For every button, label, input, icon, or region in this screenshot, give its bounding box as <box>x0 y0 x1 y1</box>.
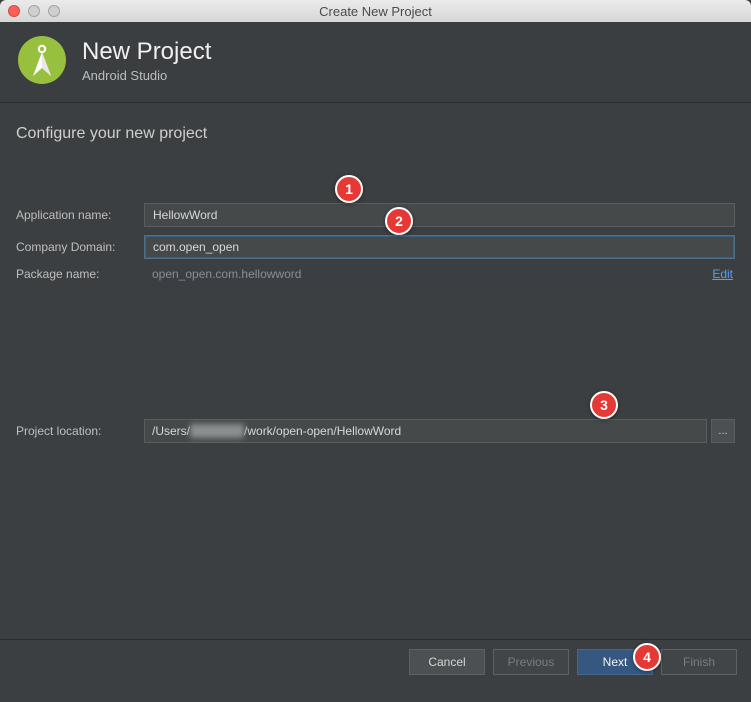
application-name-row: Application name: <box>16 203 735 227</box>
wizard-content: Configure your new project Application n… <box>0 103 751 683</box>
window-controls <box>8 5 60 17</box>
header-subtitle: Android Studio <box>82 68 211 83</box>
project-location-row: Project location: /Users/ xxxxxxxxx /wor… <box>16 419 735 443</box>
window-titlebar: Create New Project <box>0 0 751 22</box>
company-domain-label: Company Domain: <box>16 240 144 254</box>
wizard-header: New Project Android Studio <box>0 22 751 103</box>
company-domain-input[interactable] <box>144 235 735 259</box>
header-title: New Project <box>82 38 211 66</box>
previous-button: Previous <box>493 649 569 675</box>
minimize-window-icon[interactable] <box>28 5 40 17</box>
browse-location-button[interactable]: ... <box>711 419 735 443</box>
package-name-value: open_open.com.hellowword <box>144 267 712 281</box>
close-window-icon[interactable] <box>8 5 20 17</box>
window-title: Create New Project <box>0 4 751 19</box>
package-name-label: Package name: <box>16 267 144 281</box>
finish-button: Finish <box>661 649 737 675</box>
application-name-label: Application name: <box>16 208 144 222</box>
company-domain-row: Company Domain: <box>16 235 735 259</box>
project-location-label: Project location: <box>16 424 144 438</box>
edit-package-link[interactable]: Edit <box>712 267 733 281</box>
zoom-window-icon[interactable] <box>48 5 60 17</box>
compass-icon <box>20 38 64 82</box>
android-studio-logo <box>18 36 66 84</box>
section-title: Configure your new project <box>16 125 735 143</box>
cancel-button[interactable]: Cancel <box>409 649 485 675</box>
callout-4: 4 <box>633 643 661 671</box>
callout-1: 1 <box>335 175 363 203</box>
package-name-row: Package name: open_open.com.hellowword E… <box>16 267 735 281</box>
project-location-input[interactable] <box>144 419 707 443</box>
callout-2: 2 <box>385 207 413 235</box>
application-name-input[interactable] <box>144 203 735 227</box>
callout-3: 3 <box>590 391 618 419</box>
